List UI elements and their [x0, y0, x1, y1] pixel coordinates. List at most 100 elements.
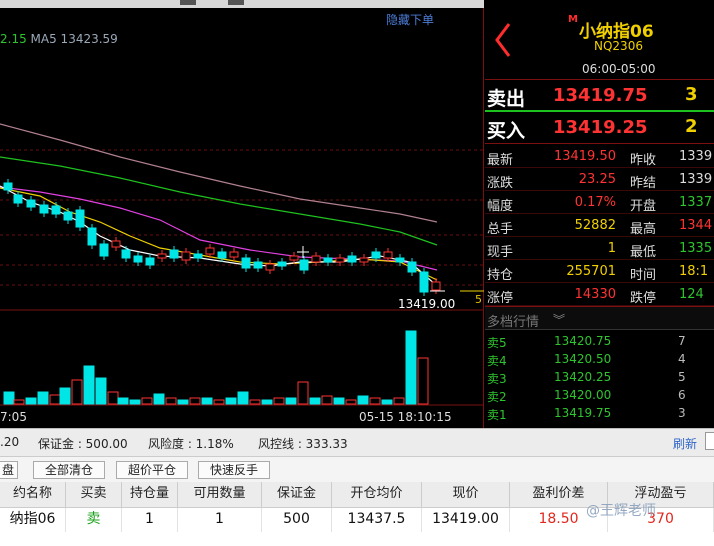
depth-price: 13420.50 — [554, 352, 612, 366]
time-axis-right: 05-15 18:10:15 — [359, 410, 452, 424]
depth-label: 卖4 — [487, 354, 507, 368]
ma-line-4 — [0, 156, 438, 246]
depth-header[interactable]: 多档行情 ︾ — [485, 306, 714, 330]
depth-qty: 6 — [678, 388, 686, 402]
ma-line-2 — [0, 187, 438, 281]
stat-value: 13419.50 — [553, 149, 616, 164]
depth-label: 卖5 — [487, 336, 507, 350]
depth-row[interactable]: 卖3 13420.25 5 — [485, 368, 714, 386]
volume-bar — [321, 395, 333, 405]
stat-label: 涨跌 — [487, 176, 514, 191]
dropdown-box[interactable] — [705, 432, 714, 450]
table-header: 持仓量 — [122, 482, 178, 508]
volume-bar — [393, 397, 405, 405]
refresh-link[interactable]: 刷新 — [673, 435, 697, 452]
volume-bar — [153, 393, 165, 405]
quick-reverse-button[interactable]: 快速反手 — [198, 461, 270, 479]
stat-label-2: 时间 — [630, 268, 657, 283]
stat-value-2: 124 — [679, 287, 704, 302]
table-cell[interactable]: 纳指06 — [0, 508, 66, 532]
stat-label: 涨停 — [487, 291, 514, 306]
candle-body — [371, 251, 381, 259]
table-cell[interactable]: 13419.00 — [422, 508, 510, 532]
table-cell[interactable]: 1 — [178, 508, 262, 532]
depth-row[interactable]: 卖4 13420.50 4 — [485, 350, 714, 368]
volume-bar — [49, 394, 61, 405]
volume-bar — [417, 357, 429, 405]
depth-price: 13420.25 — [554, 370, 612, 384]
back-arrow-icon[interactable] — [493, 22, 513, 58]
candle-body — [145, 257, 155, 266]
stat-label: 持仓 — [487, 268, 514, 283]
candle-body — [289, 255, 299, 261]
candle-body — [217, 251, 227, 259]
depth-label: 卖1 — [487, 408, 507, 422]
candle-body — [3, 182, 13, 191]
candle-body — [39, 204, 49, 214]
order-toolbar: 盘 全部清仓 超价平仓 快速反手 — [0, 456, 714, 482]
depth-price: 13420.00 — [554, 388, 612, 402]
depth-price: 13420.75 — [554, 334, 612, 348]
last-price-tag: 13419.00 — [398, 297, 456, 311]
account-bar: .20 保证金 : 500.00 风险度 : 1.18% 风控线 : 333.3… — [0, 428, 714, 456]
stat-value: 23.25 — [578, 172, 616, 187]
watermark: @王辉老师 — [586, 503, 656, 519]
stat-row: 涨跌 23.25 昨结 1339 — [485, 168, 714, 191]
table-cell[interactable]: 500 — [262, 508, 332, 532]
candle-body — [311, 255, 321, 263]
volume-bar — [107, 391, 119, 405]
depth-row[interactable]: 卖1 13419.75 3 — [485, 404, 714, 422]
volume-bar — [225, 397, 237, 405]
candle-body — [181, 251, 191, 261]
candle-body — [241, 257, 251, 269]
over-price-close-button[interactable]: 超价平仓 — [116, 461, 188, 479]
candle-body — [75, 209, 85, 228]
stat-value-2: 1335 — [679, 241, 713, 256]
candle-body — [193, 253, 203, 259]
stat-row: 现手 1 最低 1335 — [485, 237, 714, 260]
trading-hours: 06:00-05:00 — [582, 62, 656, 76]
table-header: 保证金 — [262, 482, 332, 508]
depth-qty: 3 — [678, 406, 686, 420]
depth-row[interactable]: 卖5 13420.75 7 — [485, 332, 714, 350]
volume-bar — [249, 399, 261, 405]
stat-label-2: 跌停 — [630, 291, 657, 306]
volume-bar — [405, 330, 417, 405]
candlestick-chart[interactable]: 隐藏下单 2.15 MA5 13423.59 13419.00 5 7:05 0… — [0, 0, 484, 428]
volume-bar — [141, 397, 153, 405]
chevron-down-icon[interactable]: ︾ — [553, 311, 565, 328]
ma-line-1 — [0, 185, 438, 287]
depth-qty: 5 — [678, 370, 686, 384]
volume-bar — [13, 399, 25, 405]
stat-label-2: 昨结 — [630, 176, 657, 191]
volume-bar — [25, 397, 37, 405]
stat-value: 0.17% — [574, 195, 616, 210]
stat-value-2: 1339 — [679, 149, 713, 164]
stat-label: 总手 — [487, 222, 514, 237]
table-cell[interactable]: 卖 — [66, 508, 122, 532]
close-all-button[interactable]: 全部清仓 — [33, 461, 105, 479]
toolbar-button-partial[interactable]: 盘 — [0, 461, 18, 479]
quote-panel: M 小纳指06 NQ2306 06:00-05:00 卖出 13419.75 3… — [485, 0, 714, 428]
ask-row[interactable]: 卖出 13419.75 3 — [485, 80, 714, 112]
candle-body — [13, 194, 23, 204]
candle-body — [407, 261, 417, 273]
stat-label: 幅度 — [487, 199, 514, 214]
volume-bar — [261, 399, 273, 405]
candle-body — [63, 211, 73, 221]
candle-body — [335, 257, 345, 263]
volume-bar — [237, 391, 249, 405]
stat-row: 幅度 0.17% 开盘 1337 — [485, 191, 714, 214]
bid-price: 13419.25 — [553, 117, 648, 138]
depth-price: 13419.75 — [554, 406, 612, 420]
table-cell[interactable]: 13437.5 — [332, 508, 422, 532]
volume-bar — [309, 397, 321, 405]
bid-row[interactable]: 买入 13419.25 2 — [485, 112, 714, 144]
volume-bar — [59, 387, 71, 405]
margin-text: 保证金 : 500.00 — [38, 437, 128, 451]
depth-row[interactable]: 卖2 13420.00 6 — [485, 386, 714, 404]
volume-bar — [369, 397, 381, 405]
side-tag: 5 — [475, 293, 482, 306]
candle-body — [395, 257, 405, 263]
table-cell[interactable]: 1 — [122, 508, 178, 532]
